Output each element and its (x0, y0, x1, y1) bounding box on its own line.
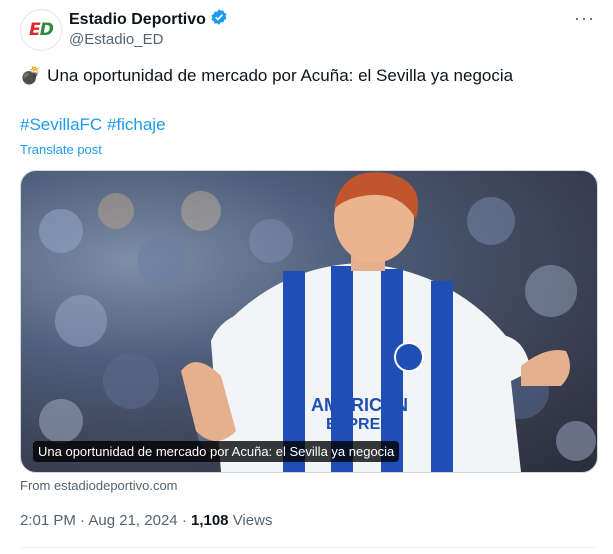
author-avatar[interactable]: ED (20, 9, 62, 51)
more-horizontal-icon: ··· (574, 8, 595, 28)
verified-badge-icon (210, 8, 228, 31)
post-time[interactable]: 2:01 PM (20, 512, 76, 529)
meta-separator: · (80, 512, 86, 529)
meta-separator-2: · (181, 512, 187, 529)
card-caption: Una oportunidad de mercado por Acuña: el… (33, 441, 400, 462)
tweet-text: 💣 Una oportunidad de mercado por Acuña: … (20, 66, 513, 86)
views-label: Views (232, 512, 273, 529)
svg-text:EXPRESS: EXPRESS (326, 416, 402, 433)
author-handle[interactable]: @Estadio_ED (69, 31, 163, 48)
brand-logo: ED (29, 20, 54, 40)
svg-text:AMERICAN: AMERICAN (311, 395, 408, 415)
bomb-emoji-icon: 💣 (20, 66, 42, 85)
card-source-label[interactable]: From estadiodeportivo.com (20, 478, 178, 493)
hashtag-fichaje[interactable]: #fichaje (107, 115, 166, 134)
hashtag-row: #SevillaFC #fichaje (20, 115, 166, 135)
card-image: AMERICAN EXPRESS (39, 172, 596, 472)
translate-post-link[interactable]: Translate post (20, 142, 102, 157)
post-date[interactable]: Aug 21, 2024 (88, 512, 177, 529)
views-count[interactable]: 1,108 (191, 512, 229, 529)
author-name[interactable]: Estadio Deportivo (69, 11, 206, 29)
more-options-button[interactable]: ··· (574, 8, 595, 29)
divider (20, 547, 597, 548)
tweet-body: Una oportunidad de mercado por Acuña: el… (47, 66, 514, 85)
author-name-row: Estadio Deportivo (69, 8, 228, 31)
post-meta: 2:01 PM · Aug 21, 2024 · 1,108 Views (20, 512, 272, 529)
hashtag-sevillafc[interactable]: #SevillaFC (20, 115, 102, 134)
link-card[interactable]: AMERICAN EXPRESS Una oportunidad de merc… (20, 170, 598, 473)
